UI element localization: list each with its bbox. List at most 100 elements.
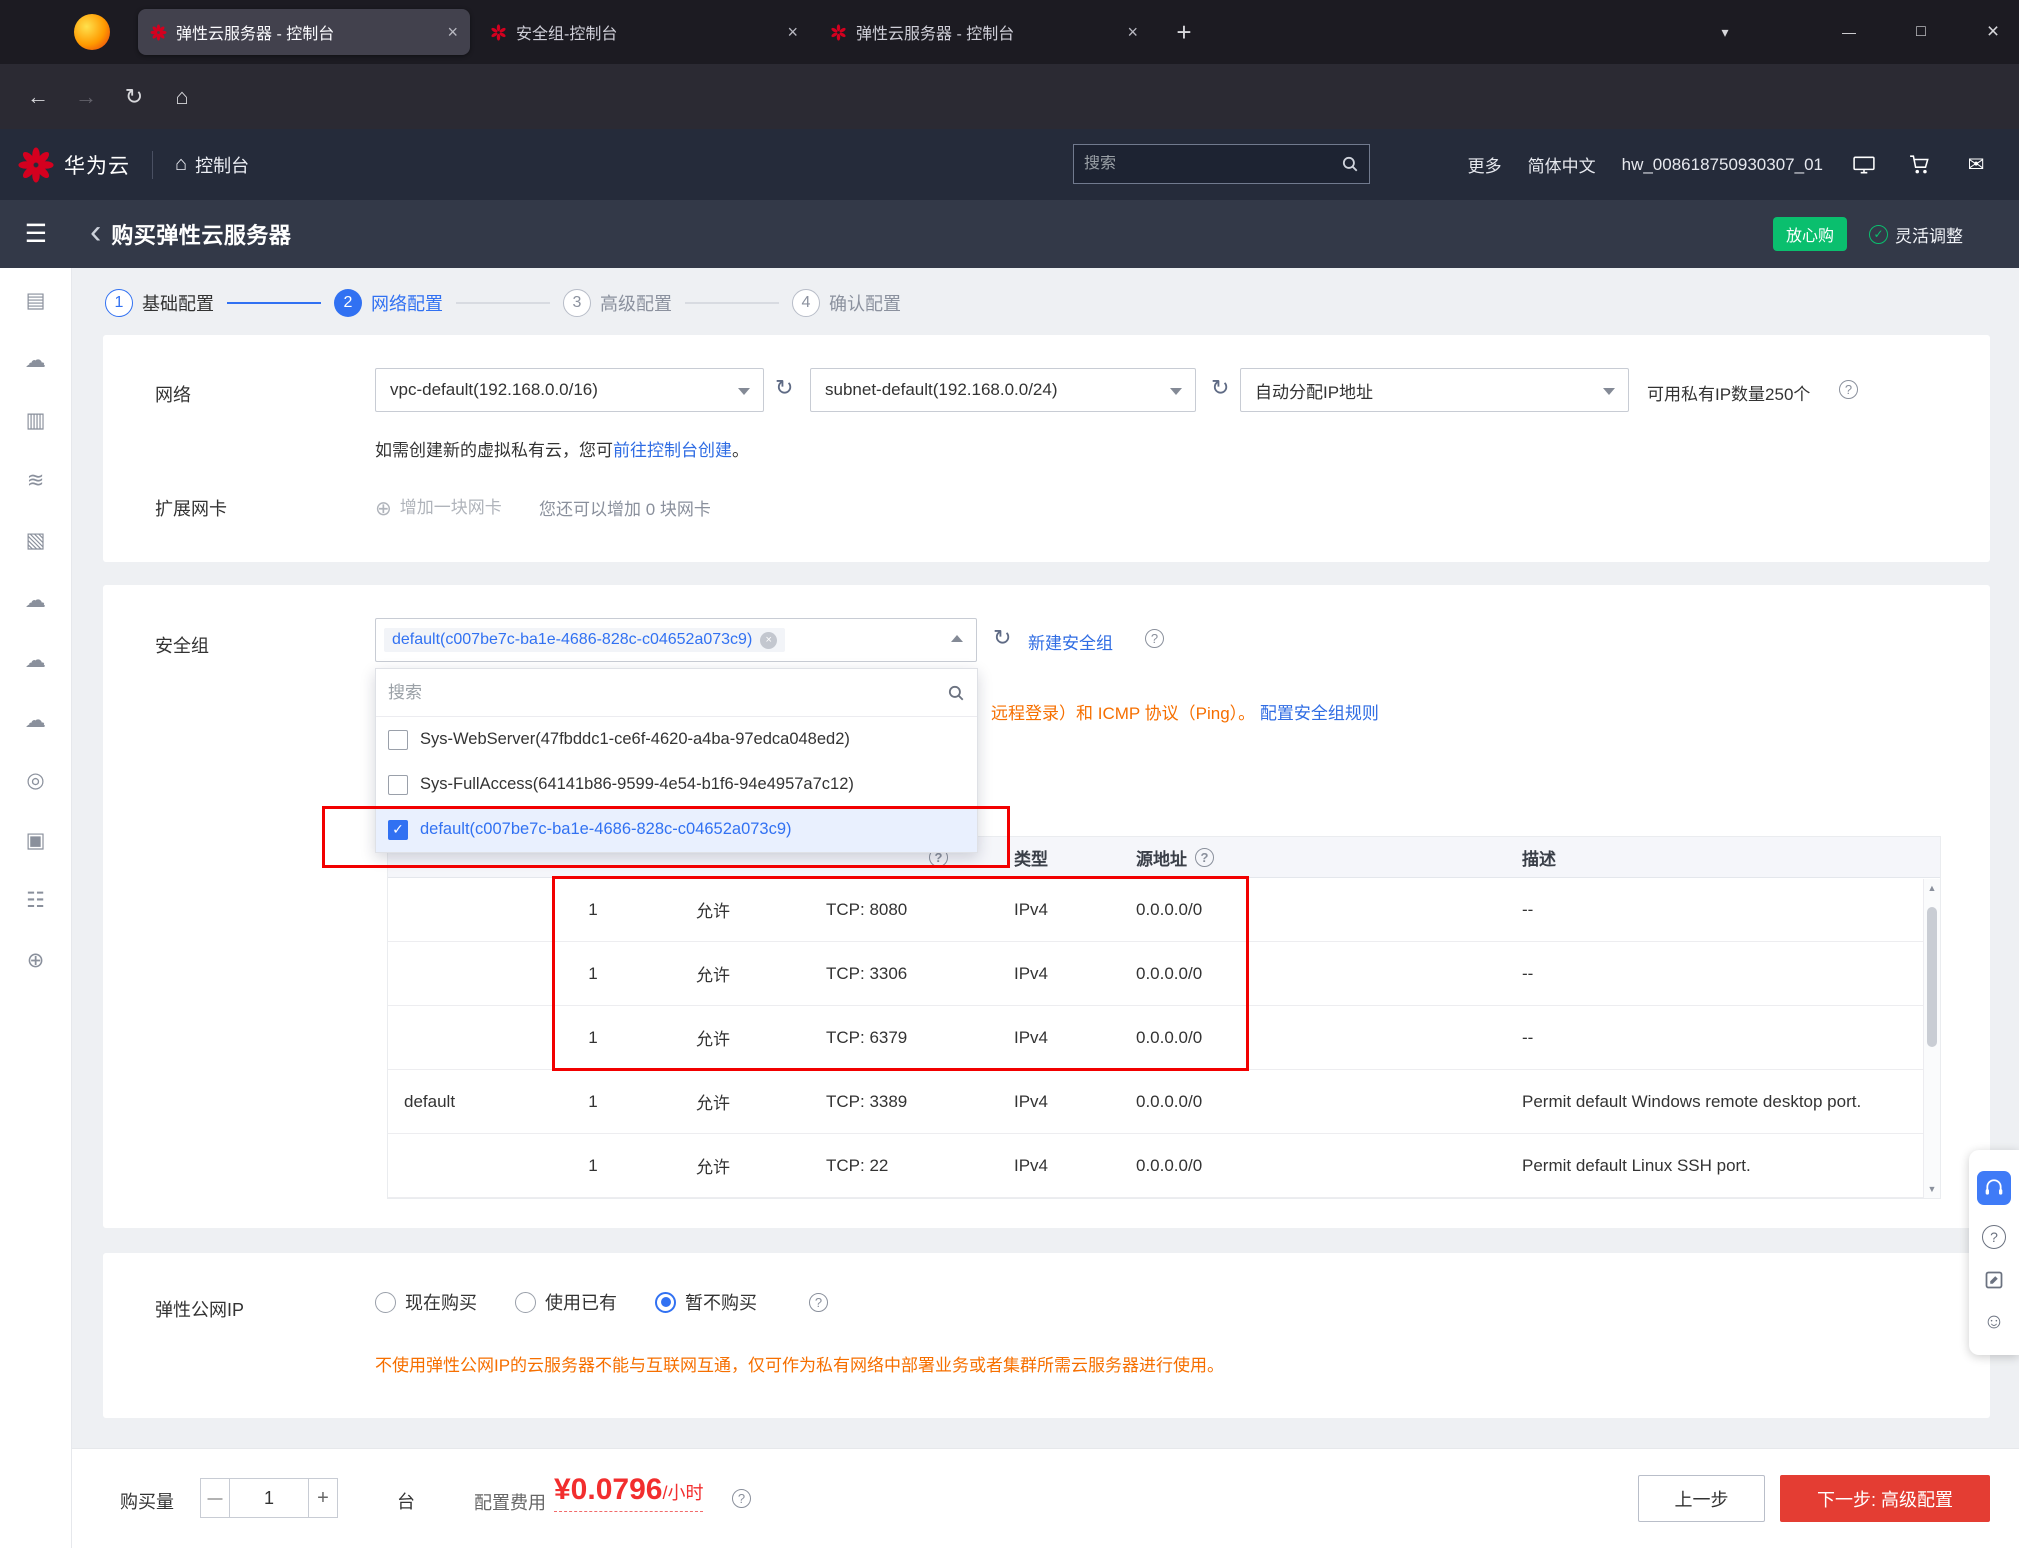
sidebar-item-disk-icon[interactable]: ☁ bbox=[0, 690, 71, 750]
help-icon[interactable]: ? bbox=[732, 1489, 751, 1508]
more-menu[interactable]: 更多 bbox=[1468, 152, 1502, 177]
goto-console-link[interactable]: 前往控制台创建 bbox=[613, 441, 732, 460]
scrollbar-thumb[interactable] bbox=[1927, 907, 1937, 1047]
step-confirm-config[interactable]: 4 确认配置 bbox=[792, 289, 901, 317]
back-button[interactable]: ← bbox=[16, 77, 60, 117]
tab-close-icon[interactable]: × bbox=[787, 23, 798, 41]
search-icon bbox=[947, 684, 965, 702]
help-icon[interactable]: ? bbox=[809, 1293, 828, 1312]
flexible-adjust[interactable]: ✓ 灵活调整 bbox=[1869, 222, 1963, 247]
increment-button[interactable]: + bbox=[308, 1478, 338, 1518]
huawei-brand[interactable]: 华为云 bbox=[18, 147, 130, 183]
dropdown-option-fullaccess[interactable]: Sys-FullAccess(64141b86-9599-4e54-b1f6-9… bbox=[376, 762, 977, 807]
radio-not-now[interactable]: 暂不购买 bbox=[655, 1289, 757, 1315]
sidebar-item-image-icon[interactable]: ▧ bbox=[0, 510, 71, 570]
browser-tab-1[interactable]: 弹性云服务器 - 控制台 × bbox=[138, 9, 470, 55]
quantity-input[interactable] bbox=[230, 1478, 308, 1518]
table-scrollbar[interactable]: ▲ ▼ bbox=[1923, 879, 1940, 1198]
port-cell: TCP: 3389 bbox=[778, 1092, 998, 1112]
decrement-button[interactable]: — bbox=[200, 1478, 230, 1518]
language-switch[interactable]: 简体中文 bbox=[1528, 152, 1596, 177]
help-circle-icon[interactable]: ? bbox=[1982, 1225, 2006, 1249]
list-tabs-chevron-icon[interactable]: ▾ bbox=[1703, 0, 1747, 64]
browser-tab-3[interactable]: 弹性云服务器 - 控制台 × bbox=[818, 9, 1150, 55]
console-monitor-icon[interactable] bbox=[1849, 150, 1879, 180]
browser-tab-2[interactable]: 安全组-控制台 × bbox=[478, 9, 810, 55]
reload-button[interactable]: ↻ bbox=[112, 77, 156, 117]
chevron-down-icon bbox=[1170, 388, 1182, 395]
new-security-group-link[interactable]: 新建安全组 bbox=[1028, 629, 1113, 654]
radio-unselected-icon[interactable] bbox=[375, 1292, 396, 1313]
scroll-up-icon[interactable]: ▲ bbox=[1924, 883, 1940, 893]
sidebar-item-autoscaling-icon[interactable]: ≋ bbox=[0, 450, 71, 510]
scroll-down-icon[interactable]: ▼ bbox=[1924, 1184, 1940, 1194]
header-search-input[interactable] bbox=[1084, 155, 1341, 173]
checkbox-checked-icon[interactable]: ✓ bbox=[388, 820, 408, 840]
account-name[interactable]: hw_008618750930307_01 bbox=[1622, 155, 1823, 175]
feedback-icon[interactable] bbox=[1984, 1270, 2004, 1290]
sidebar-item-volume-icon[interactable]: ◎ bbox=[0, 750, 71, 810]
checkbox-unchecked-icon[interactable] bbox=[388, 730, 408, 750]
name-cell: default bbox=[388, 1092, 538, 1112]
search-icon[interactable] bbox=[1341, 155, 1359, 173]
remove-tag-icon[interactable]: × bbox=[760, 632, 777, 649]
configure-rules-link[interactable]: 配置安全组规则 bbox=[1260, 704, 1379, 723]
smiley-icon[interactable]: ☺ bbox=[1983, 1310, 2004, 1334]
window-close-button[interactable]: × bbox=[1971, 0, 2015, 64]
forward-button[interactable]: → bbox=[64, 77, 108, 117]
help-icon[interactable]: ? bbox=[1195, 848, 1214, 867]
unit-label: 台 bbox=[397, 1488, 415, 1514]
sidebar-item-eip-icon[interactable]: ▣ bbox=[0, 810, 71, 870]
checkbox-unchecked-icon[interactable] bbox=[388, 775, 408, 795]
divider bbox=[152, 151, 153, 179]
sidebar-item-cloud2-icon[interactable]: ☁ bbox=[0, 570, 71, 630]
refresh-security-group-icon[interactable]: ↻ bbox=[993, 627, 1011, 649]
table-row: 1 允许 TCP: 8080 IPv4 0.0.0.0/0 -- bbox=[388, 878, 1940, 942]
help-icon[interactable]: ? bbox=[1839, 380, 1858, 399]
previous-step-button[interactable]: 上一步 bbox=[1638, 1475, 1765, 1522]
tab-title: 安全组-控制台 bbox=[516, 20, 779, 44]
customer-service-icon[interactable] bbox=[1977, 1171, 2011, 1205]
subnet-select[interactable]: subnet-default(192.168.0.0/24) bbox=[810, 368, 1196, 412]
step-basic-config[interactable]: 1 基础配置 bbox=[105, 289, 214, 317]
window-minimize-button[interactable]: — bbox=[1827, 0, 1871, 64]
security-group-select[interactable]: default(c007be7c-ba1e-4686-828c-c04652a0… bbox=[375, 618, 977, 662]
window-maximize-button[interactable]: □ bbox=[1899, 0, 1943, 64]
radio-use-existing[interactable]: 使用已有 bbox=[515, 1289, 617, 1315]
next-step-button[interactable]: 下一步: 高级配置 bbox=[1780, 1475, 1990, 1522]
dropdown-search-box[interactable] bbox=[376, 669, 977, 717]
sidebar-item-ecs-icon[interactable]: ▤ bbox=[0, 270, 71, 330]
table-row: 1 允许 TCP: 6379 IPv4 0.0.0.0/0 -- bbox=[388, 1006, 1940, 1070]
step-advanced-config[interactable]: 3 高级配置 bbox=[563, 289, 672, 317]
dropdown-search-input[interactable] bbox=[388, 683, 947, 703]
radio-unselected-icon[interactable] bbox=[515, 1292, 536, 1313]
sidebar-menu-icon[interactable]: ☰ bbox=[0, 219, 72, 249]
help-icon[interactable]: ? bbox=[1145, 629, 1164, 648]
firefox-icon[interactable] bbox=[74, 14, 110, 50]
ip-mode-select[interactable]: 自动分配IP地址 bbox=[1240, 368, 1629, 412]
radio-buy-now[interactable]: 现在购买 bbox=[375, 1289, 477, 1315]
add-nic-button[interactable]: ⊕增加一块网卡 bbox=[375, 493, 502, 521]
sidebar-item-storage-icon[interactable]: ▥ bbox=[0, 390, 71, 450]
sidebar-item-backup-icon[interactable]: ☁ bbox=[0, 630, 71, 690]
refresh-subnet-icon[interactable]: ↻ bbox=[1211, 377, 1229, 399]
step-network-config[interactable]: 2 网络配置 bbox=[334, 289, 443, 317]
mail-icon[interactable]: ✉ bbox=[1961, 150, 1991, 180]
vpc-select[interactable]: vpc-default(192.168.0.0/16) bbox=[375, 368, 764, 412]
radio-selected-icon[interactable] bbox=[655, 1292, 676, 1313]
refresh-vpc-icon[interactable]: ↻ bbox=[775, 377, 793, 399]
sidebar-item-cloud-icon[interactable]: ☁ bbox=[0, 330, 71, 390]
new-tab-button[interactable]: + bbox=[1164, 17, 1204, 48]
back-chevron-icon[interactable]: ‹ bbox=[90, 215, 101, 249]
tab-close-icon[interactable]: × bbox=[447, 23, 458, 41]
home-button[interactable]: ⌂ bbox=[160, 77, 204, 117]
sidebar-item-vpc-icon[interactable]: ⊕ bbox=[0, 930, 71, 990]
console-home-link[interactable]: ⌂ 控制台 bbox=[175, 152, 249, 178]
header-search-box[interactable] bbox=[1073, 144, 1370, 184]
dropdown-option-webserver[interactable]: Sys-WebServer(47fbddc1-ce6f-4620-a4ba-97… bbox=[376, 717, 977, 762]
assurance-badge[interactable]: 放心购 bbox=[1773, 217, 1847, 251]
dropdown-option-default[interactable]: ✓ default(c007be7c-ba1e-4686-828c-c04652… bbox=[376, 807, 977, 852]
sidebar-item-group-icon[interactable]: ☷ bbox=[0, 870, 71, 930]
cart-icon[interactable] bbox=[1905, 150, 1935, 180]
tab-close-icon[interactable]: × bbox=[1127, 23, 1138, 41]
